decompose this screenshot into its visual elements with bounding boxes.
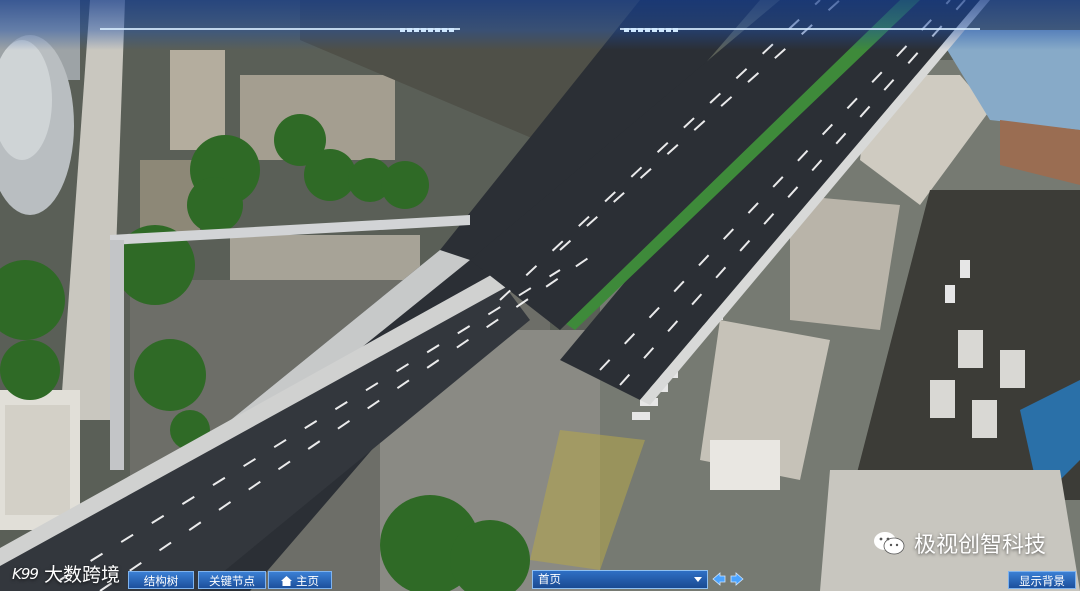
- top-hud-banner: [0, 0, 1080, 50]
- chevron-down-icon: [694, 577, 702, 582]
- home-icon: [281, 576, 292, 586]
- arrow-right-icon[interactable]: [730, 572, 744, 586]
- key-nodes-button[interactable]: 关键节点: [198, 571, 266, 589]
- show-background-button[interactable]: 显示背景: [1008, 571, 1076, 589]
- watermark-text: 极视创智科技: [913, 533, 1046, 558]
- hud-dots-left: [400, 17, 456, 32]
- wechat-icon: [873, 532, 905, 555]
- hud-divider-left: [100, 28, 460, 30]
- hud-dots-right: [624, 17, 680, 32]
- view-select[interactable]: 首页: [532, 570, 708, 589]
- view-select-value: 首页: [538, 572, 561, 586]
- key-nodes-label: 关键节点: [209, 574, 255, 588]
- aerial-scene: [0, 0, 1080, 591]
- structure-tree-button[interactable]: 结构树: [128, 571, 194, 589]
- show-background-label: 显示背景: [1019, 574, 1065, 588]
- arrow-left-icon[interactable]: [712, 572, 726, 586]
- home-label: 主页: [296, 574, 319, 588]
- watermark: 极视创智科技: [872, 527, 1046, 559]
- structure-tree-label: 结构树: [143, 574, 179, 588]
- home-button[interactable]: 主页: [268, 571, 332, 589]
